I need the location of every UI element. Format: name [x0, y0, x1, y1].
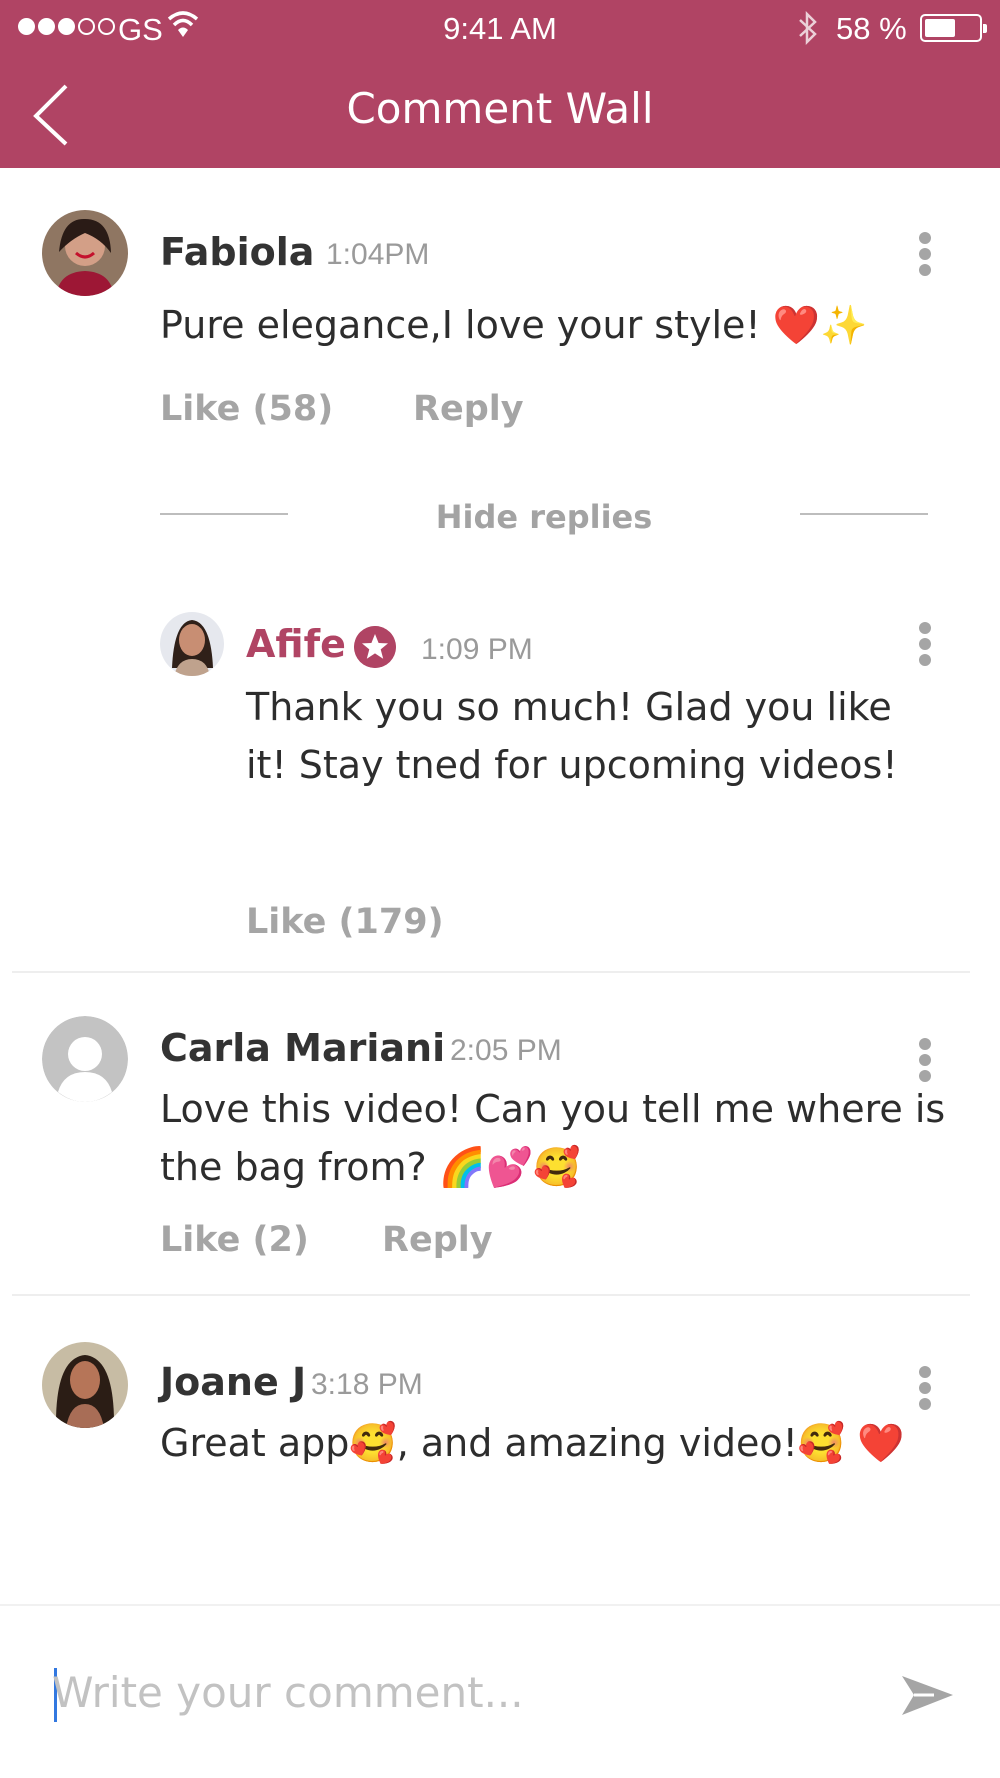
comment-text: Love this video! Can you tell me where i… [160, 1087, 946, 1189]
avatar [160, 612, 224, 676]
reply-text: Thank you so much! Glad you like it! Sta… [246, 685, 898, 787]
comment-text: Great app🥰, and amazing video!🥰 ❤️ [160, 1421, 905, 1465]
verified-star-icon [354, 626, 396, 668]
battery-fill [925, 19, 955, 37]
app-header: GS 9:41 AM 58 % Comment Wall [0, 0, 1000, 168]
like-button[interactable]: Like (2) [160, 1220, 309, 1260]
send-icon[interactable] [900, 1668, 956, 1724]
comment-divider [12, 971, 970, 973]
like-button[interactable]: Like (179) [246, 902, 444, 942]
comment-author[interactable]: Fabiola [160, 230, 314, 274]
comment-author[interactable]: Carla Mariani [160, 1026, 445, 1070]
comment-input[interactable] [52, 1664, 852, 1720]
reply-time: 1:09 PM [421, 633, 533, 666]
comment-text: Pure elegance,I love your style! ❤️✨ [160, 303, 868, 347]
avatar [42, 1342, 128, 1428]
comment-composer [0, 1604, 1000, 1778]
hide-replies-button[interactable]: Hide replies [0, 498, 1000, 536]
comment-author[interactable]: Joane J [160, 1360, 306, 1404]
comment-time: 1:04PM [326, 238, 430, 271]
avatar [42, 210, 128, 296]
hide-replies-right-divider [800, 513, 928, 515]
more-options-icon[interactable] [908, 614, 942, 674]
battery-percentage: 58 % [836, 11, 907, 46]
battery-icon [920, 14, 987, 42]
comment-divider [12, 1294, 970, 1296]
like-button[interactable]: Like (58) [160, 389, 333, 429]
reply-author[interactable]: Afife [246, 622, 346, 666]
more-options-icon[interactable] [908, 224, 942, 284]
comment-time: 2:05 PM [450, 1034, 562, 1067]
default-avatar-icon [42, 1016, 128, 1102]
more-options-icon[interactable] [908, 1358, 942, 1418]
reply-button[interactable]: Reply [413, 389, 524, 429]
status-bar: GS 9:41 AM 58 % [0, 0, 1000, 58]
bluetooth-icon [799, 10, 817, 46]
page-title: Comment Wall [346, 84, 654, 133]
reply-button[interactable]: Reply [382, 1220, 493, 1260]
comment-time: 3:18 PM [311, 1368, 423, 1401]
